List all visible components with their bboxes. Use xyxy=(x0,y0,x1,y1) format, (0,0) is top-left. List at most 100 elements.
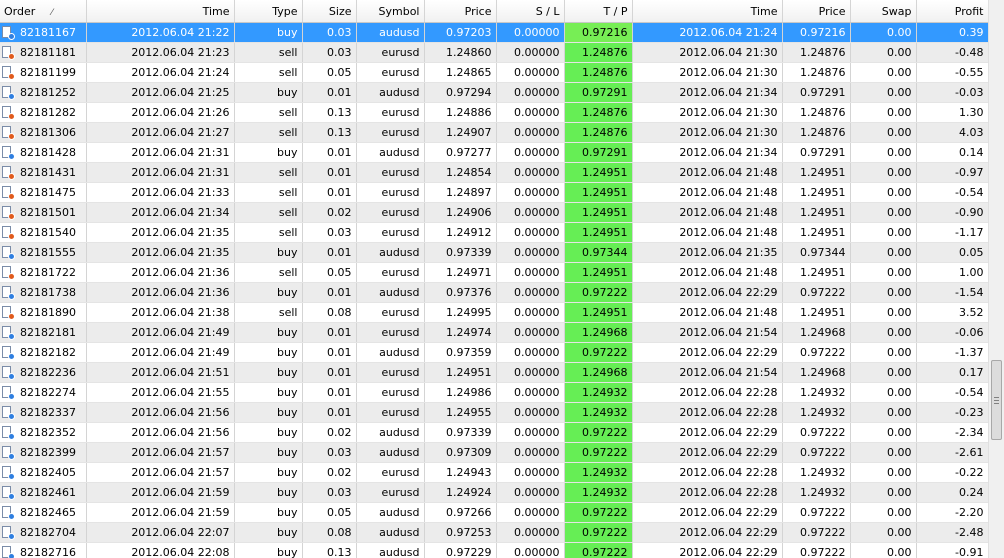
table-row[interactable]: 82182181 2012.06.04 21:49 buy 0.01 eurusd 1.2… xyxy=(0,322,988,343)
cell-time: 2012.06.04 21:31 xyxy=(86,142,235,163)
cell-swap: 0.00 xyxy=(850,502,917,523)
column-header-order-label: Order xyxy=(4,4,36,18)
column-header-order[interactable]: Order ⁄ xyxy=(0,0,87,23)
cell-swap: 0.00 xyxy=(850,162,917,183)
cell-sl: 0.00000 xyxy=(496,262,565,283)
table-row[interactable]: 82181738 2012.06.04 21:36 buy 0.01 audusd 0.9… xyxy=(0,282,988,303)
table-row[interactable]: 82182236 2012.06.04 21:51 buy 0.01 eurusd 1.2… xyxy=(0,362,988,383)
order-number: 82181431 xyxy=(20,165,76,179)
table-row[interactable]: 82181181 2012.06.04 21:23 sell 0.03 eurusd 1.… xyxy=(0,42,988,63)
table-row[interactable]: 82181252 2012.06.04 21:25 buy 0.01 audusd 0.9… xyxy=(0,82,988,103)
order-number: 82182236 xyxy=(20,365,76,379)
cell-order: 82181428 xyxy=(0,142,87,163)
table-row[interactable]: 82182704 2012.06.04 22:07 buy 0.08 audusd 0.9… xyxy=(0,522,988,543)
order-number: 82182399 xyxy=(20,445,76,459)
table-row[interactable]: 82182274 2012.06.04 21:55 buy 0.01 eurusd 1.2… xyxy=(0,382,988,403)
cell-time: 2012.06.04 21:26 xyxy=(86,102,235,123)
cell-profit: -2.34 xyxy=(916,422,988,443)
table-row[interactable]: 82181501 2012.06.04 21:34 sell 0.02 eurusd 1.… xyxy=(0,202,988,223)
cell-symbol: eurusd xyxy=(356,182,425,203)
cell-profit: -2.61 xyxy=(916,442,988,463)
cell-sl: 0.00000 xyxy=(496,422,565,443)
column-header-sl[interactable]: S / L xyxy=(496,0,565,23)
column-header-close-time[interactable]: Time xyxy=(632,0,783,23)
cell-close-time: 2012.06.04 21:30 xyxy=(632,102,783,123)
table-row[interactable]: 82181540 2012.06.04 21:35 sell 0.03 eurusd 1.… xyxy=(0,222,988,243)
table-row[interactable]: 82182405 2012.06.04 21:57 buy 0.02 eurusd 1.2… xyxy=(0,462,988,483)
table-row[interactable]: 82181428 2012.06.04 21:31 buy 0.01 audusd 0.9… xyxy=(0,142,988,163)
cell-price: 1.24943 xyxy=(424,462,497,483)
order-number: 82181167 xyxy=(20,25,76,39)
column-header-type[interactable]: Type xyxy=(234,0,303,23)
cell-swap: 0.00 xyxy=(850,22,917,43)
table-row[interactable]: 82181431 2012.06.04 21:31 sell 0.01 eurusd 1.… xyxy=(0,162,988,183)
table-row[interactable]: 82181555 2012.06.04 21:35 buy 0.01 audusd 0.9… xyxy=(0,242,988,263)
column-header-close-price[interactable]: Price xyxy=(782,0,851,23)
cell-size: 0.03 xyxy=(302,442,357,463)
cell-tp: 0.97222 xyxy=(564,442,633,463)
table-row[interactable]: 82182182 2012.06.04 21:49 buy 0.01 audusd 0.9… xyxy=(0,342,988,363)
cell-size: 0.01 xyxy=(302,382,357,403)
cell-type: buy xyxy=(234,522,303,543)
scrollbar-thumb[interactable] xyxy=(991,360,1002,440)
order-number: 82181722 xyxy=(20,265,76,279)
order-number: 82181282 xyxy=(20,105,76,119)
buy-order-icon xyxy=(2,386,15,401)
cell-sl: 0.00000 xyxy=(496,362,565,383)
cell-type: sell xyxy=(234,162,303,183)
column-header-size[interactable]: Size xyxy=(302,0,357,23)
table-row[interactable]: 82182352 2012.06.04 21:56 buy 0.02 audusd 0.9… xyxy=(0,422,988,443)
cell-profit: -0.55 xyxy=(916,62,988,83)
cell-swap: 0.00 xyxy=(850,62,917,83)
cell-sl: 0.00000 xyxy=(496,322,565,343)
cell-price: 1.24897 xyxy=(424,182,497,203)
column-header-time[interactable]: Time xyxy=(86,0,235,23)
order-number: 82182352 xyxy=(20,425,76,439)
table-row[interactable]: 82182461 2012.06.04 21:59 buy 0.03 eurusd 1.2… xyxy=(0,482,988,503)
table-row[interactable]: 82181475 2012.06.04 21:33 sell 0.01 eurusd 1.… xyxy=(0,182,988,203)
cell-close-price: 1.24951 xyxy=(782,182,851,203)
cell-close-price: 0.97222 xyxy=(782,422,851,443)
column-header-swap[interactable]: Swap xyxy=(850,0,917,23)
cell-time: 2012.06.04 21:36 xyxy=(86,282,235,303)
cell-symbol: audusd xyxy=(356,422,425,443)
cell-size: 0.01 xyxy=(302,402,357,423)
cell-swap: 0.00 xyxy=(850,262,917,283)
cell-swap: 0.00 xyxy=(850,302,917,323)
cell-size: 0.01 xyxy=(302,82,357,103)
cell-profit: -1.54 xyxy=(916,282,988,303)
cell-close-time: 2012.06.04 21:30 xyxy=(632,62,783,83)
cell-price: 0.97229 xyxy=(424,542,497,558)
vertical-scrollbar[interactable] xyxy=(988,0,1004,558)
column-header-symbol[interactable]: Symbol xyxy=(356,0,425,23)
table-row[interactable]: 82181282 2012.06.04 21:26 sell 0.13 eurusd 1.… xyxy=(0,102,988,123)
table-row[interactable]: 82181199 2012.06.04 21:24 sell 0.05 eurusd 1.… xyxy=(0,62,988,83)
scrollbar-grip-icon xyxy=(994,403,999,404)
cell-symbol: audusd xyxy=(356,502,425,523)
table-row[interactable]: 82182399 2012.06.04 21:57 buy 0.03 audusd 0.9… xyxy=(0,442,988,463)
cell-size: 0.01 xyxy=(302,142,357,163)
cell-tp: 1.24932 xyxy=(564,382,633,403)
cell-tp: 0.97291 xyxy=(564,142,633,163)
cell-close-time: 2012.06.04 21:48 xyxy=(632,202,783,223)
column-header-tp[interactable]: T / P xyxy=(564,0,633,23)
table-row[interactable]: 82182465 2012.06.04 21:59 buy 0.05 audusd 0.9… xyxy=(0,502,988,523)
cell-sl: 0.00000 xyxy=(496,302,565,323)
cell-order: 82182465 xyxy=(0,502,87,523)
table-row[interactable]: 82181167 2012.06.04 21:22 buy 0.03 audusd 0.9… xyxy=(0,22,988,43)
cell-price: 1.24986 xyxy=(424,382,497,403)
table-row[interactable]: 82181306 2012.06.04 21:27 sell 0.13 eurusd 1.… xyxy=(0,122,988,143)
table-row[interactable]: 82181722 2012.06.04 21:36 sell 0.05 eurusd 1.… xyxy=(0,262,988,283)
cell-type: sell xyxy=(234,62,303,83)
cell-close-time: 2012.06.04 21:48 xyxy=(632,262,783,283)
column-header-price[interactable]: Price xyxy=(424,0,497,23)
buy-order-icon xyxy=(2,406,15,421)
table-row[interactable]: 82182716 2012.06.04 22:08 buy 0.13 audusd 0.9… xyxy=(0,542,988,558)
table-row[interactable]: 82181890 2012.06.04 21:38 sell 0.08 eurusd 1.… xyxy=(0,302,988,323)
table-row[interactable]: 82182337 2012.06.04 21:56 buy 0.01 eurusd 1.2… xyxy=(0,402,988,423)
cell-order: 82181181 xyxy=(0,42,87,63)
order-number: 82181540 xyxy=(20,225,76,239)
column-header-profit[interactable]: Profit xyxy=(916,0,988,23)
cell-type: sell xyxy=(234,302,303,323)
cell-size: 0.05 xyxy=(302,262,357,283)
